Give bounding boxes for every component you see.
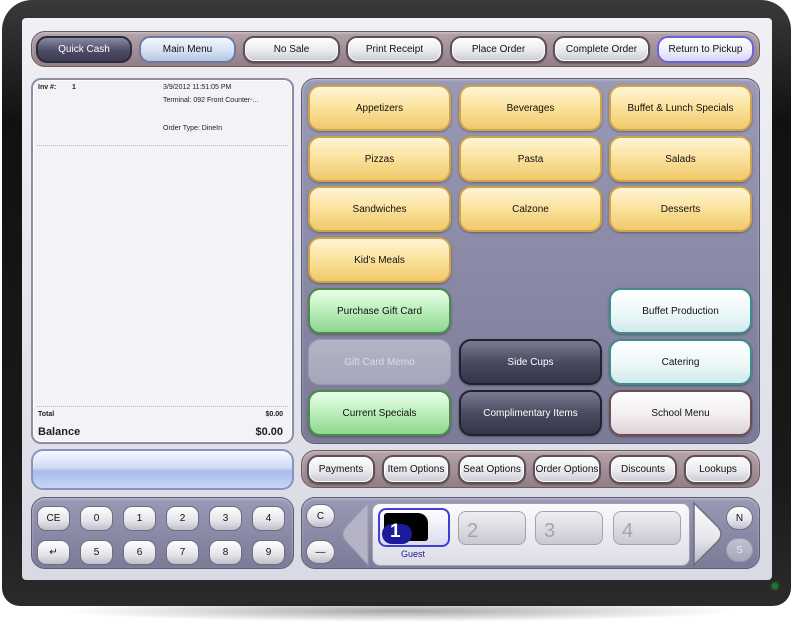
order-receipt: Inv #: 1 3/9/2012 11:51:05 PM Terminal: … — [31, 78, 294, 444]
invoice-label: Inv #: — [38, 84, 57, 91]
complete-order-button[interactable]: Complete Order — [553, 36, 650, 63]
item-options-button[interactable]: Item Options — [382, 455, 450, 484]
key-9[interactable]: 9 — [252, 540, 285, 565]
lookups-button[interactable]: Lookups — [684, 455, 752, 484]
key-7[interactable]: 7 — [166, 540, 199, 565]
order-type: Order Type: DineIn — [163, 125, 223, 132]
place-order-button[interactable]: Place Order — [450, 36, 547, 63]
payments-button[interactable]: Payments — [307, 455, 375, 484]
customer-display-bar[interactable] — [31, 449, 294, 490]
sandwiches-button[interactable]: Sandwiches — [308, 186, 451, 232]
seat-2-tile[interactable]: 2 — [458, 511, 526, 545]
kids-meals-button[interactable]: Kid's Meals — [308, 237, 451, 283]
key-1[interactable]: 1 — [123, 506, 156, 531]
seat-3-tile[interactable]: 3 — [535, 511, 603, 545]
terminal-name: Terminal: 092 Front Counter-... — [163, 97, 259, 104]
no-sale-button[interactable]: No Sale — [243, 36, 340, 63]
main-menu-button[interactable]: Main Menu — [139, 36, 236, 63]
seat-4-tile[interactable]: 4 — [613, 511, 681, 545]
side-cups-button[interactable]: Side Cups — [459, 339, 602, 385]
order-datetime: 3/9/2012 11:51:05 PM — [163, 84, 232, 91]
current-specials-button[interactable]: Current Specials — [308, 390, 451, 436]
key-enter[interactable]: ↵ — [37, 540, 70, 565]
total-label: Total — [38, 411, 55, 418]
complimentary-items-button[interactable]: Complimentary Items — [459, 390, 602, 436]
monitor-shadow — [60, 600, 740, 622]
purchase-gift-card-button[interactable]: Purchase Gift Card — [308, 288, 451, 334]
invoice-number: 1 — [72, 84, 76, 91]
seat-next-button[interactable]: N — [726, 506, 753, 530]
buffet-lunch-specials-button[interactable]: Buffet & Lunch Specials — [609, 85, 752, 131]
seat-options-button[interactable]: Seat Options — [458, 455, 526, 484]
key-0[interactable]: 0 — [80, 506, 113, 531]
key-8[interactable]: 8 — [209, 540, 242, 565]
desserts-button[interactable]: Desserts — [609, 186, 752, 232]
power-led — [772, 583, 778, 589]
salads-button[interactable]: Salads — [609, 136, 752, 182]
balance-value: $0.00 — [255, 426, 283, 438]
seat-1-guest-label: Guest — [401, 549, 426, 559]
seat-1-number: 1 — [390, 521, 401, 542]
seat-scroll-left-icon[interactable] — [340, 501, 370, 567]
appetizers-button[interactable]: Appetizers — [308, 85, 451, 131]
seat-scroll-right-icon[interactable] — [692, 501, 724, 567]
calzone-button[interactable]: Calzone — [459, 186, 602, 232]
beverages-button[interactable]: Beverages — [459, 85, 602, 131]
return-to-pickup-button[interactable]: Return to Pickup — [657, 36, 754, 63]
total-value: $0.00 — [265, 411, 283, 418]
seat-remove-button[interactable]: — — [306, 540, 335, 564]
key-2[interactable]: 2 — [166, 506, 199, 531]
balance-label: Balance — [38, 426, 81, 438]
seat-s-button[interactable]: S — [726, 538, 753, 562]
quick-cash-button[interactable]: Quick Cash — [36, 36, 132, 63]
key-4[interactable]: 4 — [252, 506, 285, 531]
key-6[interactable]: 6 — [123, 540, 156, 565]
order-options-button[interactable]: Order Options — [533, 455, 601, 484]
key-5[interactable]: 5 — [80, 540, 113, 565]
pasta-button[interactable]: Pasta — [459, 136, 602, 182]
school-menu-button[interactable]: School Menu — [609, 390, 752, 436]
receipt-footer-divider — [37, 406, 288, 407]
seat-clear-button[interactable]: C — [306, 504, 335, 528]
discounts-button[interactable]: Discounts — [609, 455, 677, 484]
key-3[interactable]: 3 — [209, 506, 242, 531]
pizzas-button[interactable]: Pizzas — [308, 136, 451, 182]
print-receipt-button[interactable]: Print Receipt — [346, 36, 443, 63]
catering-button[interactable]: Catering — [609, 339, 752, 385]
buffet-production-button[interactable]: Buffet Production — [609, 288, 752, 334]
seat-1-tile[interactable]: 1 — [378, 508, 450, 547]
receipt-header-divider — [37, 145, 288, 146]
key-clear-entry[interactable]: CE — [37, 506, 70, 531]
gift-card-memo-button[interactable]: Gift Card Memo — [308, 339, 451, 385]
